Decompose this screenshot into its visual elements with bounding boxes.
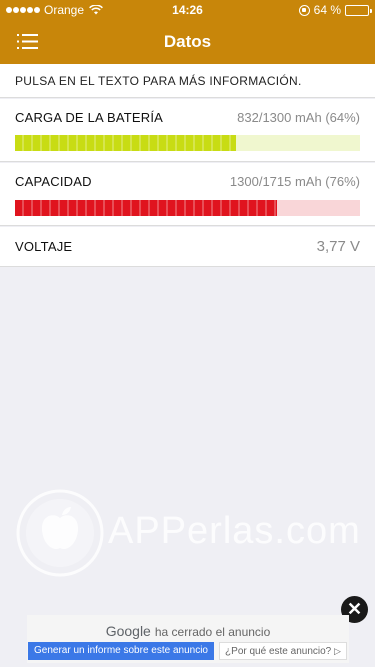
capacity-label: CAPACIDAD: [15, 174, 92, 189]
close-icon: ✕: [346, 599, 363, 619]
hint-text: PULSA EN EL TEXTO PARA MÁS INFORMACIÓN.: [15, 74, 302, 88]
voltage-value: 3,77 V: [316, 238, 360, 255]
charge-label: CARGA DE LA BATERÍA: [15, 110, 164, 125]
ad-closed-banner: Google ha cerrado el anuncio Generar un i…: [27, 615, 349, 663]
battery-icon: [345, 4, 372, 16]
status-right: 64 %: [298, 3, 372, 17]
capacity-bar-track: [15, 200, 360, 216]
status-bar: Orange 14:26 64 %: [0, 0, 375, 20]
why-this-ad-label: ¿Por qué este anuncio?: [225, 646, 332, 657]
google-logo: Google: [105, 623, 151, 639]
charge-value: 832/1300 mAh (64%): [237, 110, 360, 125]
capacity-bar-fill: [15, 200, 278, 216]
ad-closed-text: ha cerrado el anuncio: [154, 625, 271, 639]
info-hint: PULSA EN EL TEXTO PARA MÁS INFORMACIÓN.: [0, 64, 375, 98]
adchoices-icon: ▷: [334, 646, 341, 656]
capacity-value: 1300/1715 mAh (76%): [229, 174, 360, 189]
why-this-ad-button[interactable]: ¿Por qué este anuncio? ▷: [219, 642, 347, 660]
watermark-text: APPerlas.com: [108, 510, 361, 552]
page-title: Datos: [163, 32, 212, 51]
row-voltage[interactable]: VOLTAJE 3,77 V: [0, 227, 375, 267]
rotation-lock-icon: [298, 4, 310, 16]
battery-percent: 64 %: [313, 3, 341, 17]
report-ad-button[interactable]: Generar un informe sobre este anuncio: [28, 642, 214, 660]
apperlas-logo-icon: [16, 489, 104, 577]
navigation-bar: Datos: [0, 20, 375, 64]
row-battery-charge[interactable]: CARGA DE LA BATERÍA 832/1300 mAh (64%): [0, 99, 375, 162]
voltage-label: VOLTAJE: [15, 239, 73, 254]
charge-bar-fill: [15, 135, 236, 151]
charge-bar-track: [15, 135, 360, 151]
ad-closed-message: Google ha cerrado el anuncio: [27, 623, 349, 639]
row-capacity[interactable]: CAPACIDAD 1300/1715 mAh (76%): [0, 163, 375, 226]
